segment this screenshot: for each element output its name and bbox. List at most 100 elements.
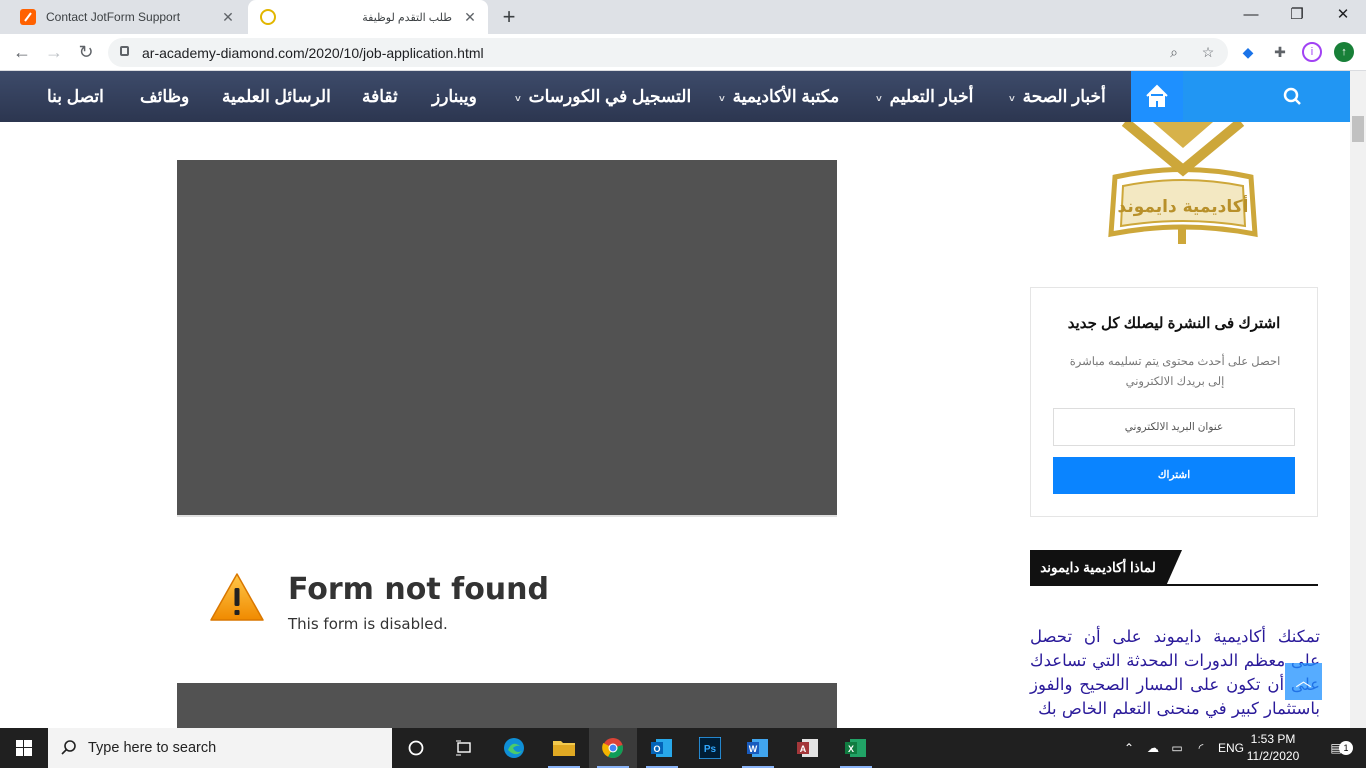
chrome-icon — [602, 738, 623, 759]
onedrive-icon[interactable]: ☁ — [1142, 728, 1164, 768]
maximize-button[interactable]: ❐ — [1274, 4, 1320, 26]
tab-title: Contact JotForm Support — [46, 10, 181, 24]
excel-icon: X — [845, 739, 866, 757]
nav-course-registration[interactable]: التسجيل في الكورسات ˅ — [515, 71, 691, 122]
email-field[interactable]: عنوان البريد الالكتروني — [1053, 408, 1295, 446]
nav-academy-library[interactable]: مكتبة الأكاديمية ˅ — [719, 71, 839, 122]
chevron-up-icon: ︿ — [1295, 673, 1312, 690]
minimize-button[interactable]: — — [1228, 4, 1274, 26]
nav-contact-us[interactable]: اتصل بنا — [47, 71, 104, 122]
update-icon[interactable]: ↑ — [1334, 42, 1354, 62]
browser-tab-strip: Contact JotForm Support ✕ طلب التقدم لوظ… — [0, 0, 1366, 34]
logo-text: أكاديمية دايموند — [1118, 195, 1249, 217]
wifi-icon[interactable]: ◜ — [1190, 728, 1212, 768]
taskbar-search-box[interactable]: Type here to search — [48, 728, 392, 768]
warning-icon — [210, 573, 264, 621]
task-view-icon — [456, 740, 471, 756]
cortana-button[interactable] — [392, 728, 440, 768]
svg-text:A: A — [800, 744, 807, 754]
clock-date: 11/2/2020 — [1246, 749, 1300, 763]
language-indicator[interactable]: ENG — [1216, 728, 1246, 768]
page-scrollbar[interactable] — [1350, 71, 1366, 728]
scrollbar-thumb[interactable] — [1352, 116, 1364, 142]
home-button[interactable] — [1131, 71, 1183, 122]
tab-title: طلب التقدم لوظيفة — [362, 11, 452, 24]
svg-text:O: O — [653, 744, 660, 754]
site-favicon-icon — [260, 9, 276, 25]
edge-icon — [504, 738, 524, 758]
jotform-favicon-icon — [20, 9, 36, 25]
browser-toolbar: ← → ↻ ar-academy-diamond.com/2020/10/job… — [0, 34, 1366, 71]
close-window-button[interactable]: ✕ — [1320, 4, 1366, 26]
word-icon: W — [747, 739, 768, 757]
newsletter-widget: اشترك فى النشرة ليصلك كل جديد احصل على أ… — [1030, 287, 1318, 517]
tray-chevron-up-icon[interactable]: ⌃ — [1118, 728, 1140, 768]
taskbar-access[interactable]: A — [784, 728, 832, 768]
lock-icon — [120, 46, 129, 56]
header-tab-corner — [1166, 550, 1182, 586]
newsletter-description: احصل على أحدث محتوى يتم تسليمه مباشرة إل… — [1069, 356, 1281, 388]
forward-icon[interactable]: → — [42, 40, 66, 64]
windows-logo-icon — [16, 740, 32, 756]
windows-taskbar: Type here to search O Ps W A X ⌃ ☁ ▭ ◜ E… — [0, 728, 1366, 768]
profile-avatar-icon[interactable]: i — [1302, 42, 1322, 62]
extensions-puzzle-icon[interactable]: ✚ — [1270, 42, 1290, 62]
back-icon[interactable]: ← — [10, 40, 34, 64]
photoshop-icon: Ps — [699, 737, 721, 759]
reload-icon[interactable]: ↻ — [74, 40, 98, 64]
taskbar-word[interactable]: W — [734, 728, 782, 768]
site-search-button[interactable] — [1183, 71, 1350, 122]
extension-shield-icon[interactable]: ◆ — [1238, 42, 1258, 62]
notification-count-badge: 1 — [1339, 741, 1353, 755]
search-icon — [1283, 87, 1301, 105]
nav-jobs[interactable]: وظائف — [140, 71, 189, 122]
nav-health-news[interactable]: أخبار الصحة ˅ — [1009, 71, 1106, 122]
taskbar-clock[interactable]: 1:53 PM 11/2/2020 — [1245, 731, 1301, 765]
taskbar-search-placeholder: Type here to search — [88, 740, 217, 756]
embedded-media-placeholder — [177, 683, 837, 728]
tab-job-application[interactable]: طلب التقدم لوظيفة ✕ — [248, 0, 488, 34]
address-bar[interactable]: ar-academy-diamond.com/2020/10/job-appli… — [108, 38, 1228, 67]
folder-icon — [553, 741, 575, 756]
svg-text:Ps: Ps — [704, 744, 717, 755]
svg-text:W: W — [749, 744, 758, 754]
form-error-title: Form not found — [288, 572, 549, 607]
search-icon — [61, 740, 76, 755]
taskbar-excel[interactable]: X — [832, 728, 880, 768]
embedded-media-placeholder — [177, 160, 837, 517]
nav-webinars[interactable]: ويبنارز — [432, 71, 477, 122]
svg-text:X: X — [848, 744, 854, 754]
battery-icon[interactable]: ▭ — [1166, 728, 1188, 768]
zoom-icon[interactable]: ⌕ — [1164, 42, 1184, 62]
nav-culture[interactable]: ثقافة — [362, 71, 398, 122]
nav-education-news[interactable]: أخبار التعليم ˅ — [876, 71, 973, 122]
why-section-header: لماذا أكاديمية دايموند — [1030, 550, 1318, 586]
clock-time: 1:53 PM — [1250, 732, 1296, 746]
taskbar-edge[interactable] — [490, 728, 538, 768]
taskbar-chrome[interactable] — [589, 728, 637, 768]
close-tab-icon[interactable]: ✕ — [218, 9, 238, 26]
back-to-top-button[interactable]: ︿ — [1285, 663, 1322, 700]
taskbar-photoshop[interactable]: Ps — [686, 728, 734, 768]
logo-emblem: أكاديمية دايموند — [1108, 118, 1258, 244]
tab-contact-jotform[interactable]: Contact JotForm Support ✕ — [8, 0, 246, 34]
why-section-title: لماذا أكاديمية دايموند — [1030, 550, 1166, 586]
close-tab-icon[interactable]: ✕ — [460, 9, 480, 26]
bookmark-star-icon[interactable]: ☆ — [1198, 42, 1218, 62]
form-error-subtitle: This form is disabled. — [288, 615, 448, 633]
nav-theses[interactable]: الرسائل العلمية — [222, 71, 331, 122]
academy-logo[interactable]: أكاديمية دايموند — [1105, 118, 1260, 247]
cortana-icon — [408, 740, 424, 756]
taskbar-file-explorer[interactable] — [540, 728, 588, 768]
access-icon: A — [797, 739, 818, 757]
start-button[interactable] — [0, 728, 48, 768]
taskbar-outlook[interactable]: O — [638, 728, 686, 768]
task-view-button[interactable] — [440, 728, 488, 768]
why-section-text: تمكنك أكاديمية دايموند على أن تحصل على م… — [1030, 627, 1320, 718]
home-icon — [1146, 84, 1168, 107]
notifications-button[interactable]: ▤ 1 — [1318, 728, 1354, 768]
new-tab-button[interactable]: + — [497, 5, 521, 29]
form-error-message: Form not found This form is disabled. — [177, 560, 837, 640]
newsletter-title: اشترك فى النشرة ليصلك كل جديد — [1067, 315, 1281, 332]
subscribe-button[interactable]: اشتراك — [1053, 457, 1295, 494]
